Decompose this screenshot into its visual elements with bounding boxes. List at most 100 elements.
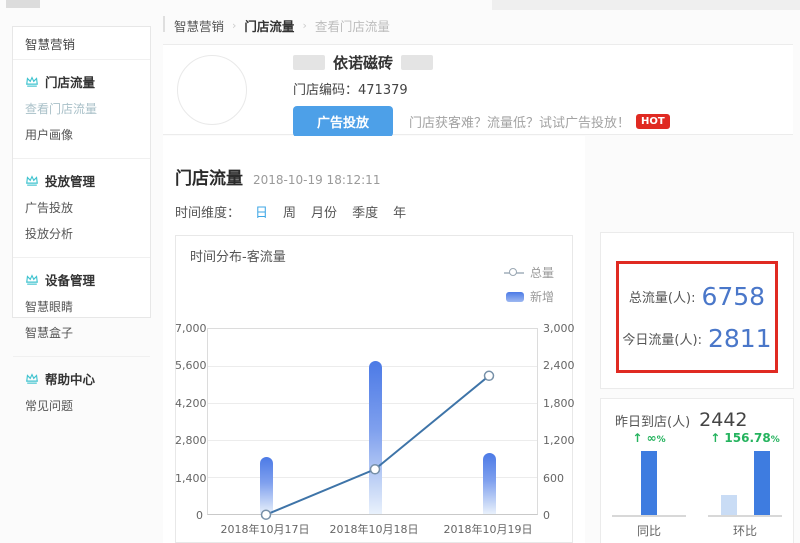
left-axis-tick: 1,400 [175,472,203,485]
left-axis-tick: 2,800 [175,434,203,447]
sidebar-section-label: 门店流量 [45,72,95,91]
x-axis-label: 2018年10月17日 [215,521,315,537]
left-axis-tick: 4,200 [175,397,203,410]
right-axis-tick: 600 [543,472,564,485]
sidebar-section-label: 设备管理 [45,270,95,289]
sidebar-item-smart-eye[interactable]: 智慧眼睛 [25,298,138,315]
mini-bars [612,449,686,517]
mom-label: 环比 [733,522,757,539]
legend-item-total[interactable]: 总量 [504,264,554,281]
time-dimension-label: 时间维度： [175,202,240,221]
mom-minichart: ↑ 156.78% 环比 [697,431,793,539]
today-traffic-value: 2811 [708,324,772,353]
yoy-label: 同比 [637,522,661,539]
censored-chip [293,55,325,70]
sidebar-section-label: 投放管理 [45,171,95,190]
line-series-icon [504,272,524,274]
x-axis-label: 2018年10月18日 [324,521,424,537]
sidebar-section-ad-management: 投放管理 广告投放 投放分析 [13,159,150,258]
right-axis-tick: 3,000 [543,322,575,335]
ad-delivery-button[interactable]: 广告投放 [293,106,393,137]
percent-sign: % [657,435,666,445]
annotation-red-box: 总流量(人): 6758 今日流量(人): 2811 [616,261,778,373]
sidebar-item-view-store-traffic[interactable]: 查看门店流量 [25,100,138,117]
left-axis-tick: 7,000 [175,322,203,335]
store-code-label: 门店编码： [293,83,358,98]
breadcrumb: 智慧营销 › 门店流量 › 查看门店流量 [174,16,390,35]
yesterday-visits-value: 2442 [699,409,747,431]
report-timestamp: 2018-10-19 18:12:11 [253,173,380,187]
sidebar-section-label: 帮助中心 [45,369,95,388]
crown-icon [25,273,39,286]
store-info: 依诺磁砖 门店编码：471379 广告投放 门店获客难？流量低？试试广告投放！ … [293,52,670,137]
mini-bars [708,449,782,517]
sidebar-item-ad-analysis[interactable]: 投放分析 [25,225,138,242]
breadcrumb-item-store-traffic[interactable]: 门店流量 [244,16,294,35]
today-traffic-label: 今日流量(人): [622,329,702,348]
crown-icon [25,75,39,88]
percent-sign: % [771,435,780,445]
sidebar: 智慧营销 门店流量 查看门店流量 用户画像 投放管理 广告投放 投放分析 设备管… [12,26,151,318]
mini-bar [641,451,657,515]
sidebar-item-faq[interactable]: 常见问题 [25,397,138,414]
total-traffic-value: 6758 [701,282,765,311]
bar-series-icon [506,292,524,302]
top-left-chip [6,0,40,8]
total-traffic-label: 总流量(人): [629,287,696,306]
breadcrumb-separator: › [232,19,236,32]
sidebar-section-title[interactable]: 帮助中心 [25,369,138,388]
time-option-year[interactable]: 年 [393,202,406,221]
store-name: 依诺磁砖 [333,52,393,73]
yoy-minichart: ↑ ∞% 同比 [601,431,697,539]
time-option-month[interactable]: 月份 [311,202,337,221]
crown-icon [25,174,39,187]
sidebar-header: 智慧营销 [13,27,150,60]
legend-item-new[interactable]: 新增 [506,288,554,305]
sidebar-section-title[interactable]: 设备管理 [25,270,138,289]
sidebar-section-title[interactable]: 投放管理 [25,171,138,190]
sidebar-section-help-center: 帮助中心 常见问题 [13,357,150,429]
top-right-strip [492,0,800,10]
right-axis-tick: 1,200 [543,434,575,447]
mini-bar [721,495,737,515]
chart-legend: 总量 新增 [504,264,554,305]
sidebar-item-ad-delivery[interactable]: 广告投放 [25,199,138,216]
breadcrumb-divider [163,16,165,32]
time-dimension-row: 时间维度： 日 周 月份 季度 年 [175,202,406,221]
store-code-value: 471379 [358,83,408,98]
main-panel: 门店流量 2018-10-19 18:12:11 时间维度： 日 周 月份 季度… [163,136,585,543]
time-option-quarter[interactable]: 季度 [352,202,378,221]
right-axis-tick: 0 [543,509,550,522]
breadcrumb-item-view-store-traffic[interactable]: 查看门店流量 [315,16,390,35]
line-series [208,329,539,516]
sidebar-section-store-traffic: 门店流量 查看门店流量 用户画像 [13,60,150,159]
comparison-minicharts: ↑ ∞% 同比 ↑ 156.78% 环比 [601,431,793,539]
traffic-chart-card: 时间分布-客流量 总量 新增 7,000 5,600 4,200 2,800 1… [175,235,573,543]
right-axis-tick: 2,400 [543,359,575,372]
legend-label-total: 总量 [530,264,554,281]
yoy-percent: ↑ ∞ [632,431,656,445]
left-axis-tick: 5,600 [175,359,203,372]
plot-area [207,328,538,515]
mini-bar [754,451,770,515]
screen: 智慧营销 门店流量 查看门店流量 用户画像 投放管理 广告投放 投放分析 设备管… [0,0,800,543]
x-axis-label: 2018年10月19日 [438,521,538,537]
sidebar-item-smart-box[interactable]: 智慧盒子 [25,324,138,341]
breadcrumb-item-smart-marketing[interactable]: 智慧营销 [174,16,224,35]
hot-badge: HOT [636,114,670,129]
yesterday-visits-label: 昨日到店(人) [615,411,690,430]
sidebar-item-user-profile[interactable]: 用户画像 [25,126,138,143]
breadcrumb-separator: › [302,19,306,32]
right-axis-tick: 1,800 [543,397,575,410]
traffic-stats-card: 总流量(人): 6758 今日流量(人): 2811 [600,232,794,389]
time-option-week[interactable]: 周 [283,202,296,221]
store-avatar [177,55,247,125]
left-axis-tick: 0 [175,509,203,522]
sidebar-section-title[interactable]: 门店流量 [25,72,138,91]
page-title: 门店流量 [175,164,243,189]
store-header-card: 依诺磁砖 门店编码：471379 广告投放 门店获客难？流量低？试试广告投放！ … [163,44,793,135]
crown-icon [25,372,39,385]
time-option-day[interactable]: 日 [255,202,268,221]
censored-chip [401,55,433,70]
legend-label-new: 新增 [530,288,554,305]
